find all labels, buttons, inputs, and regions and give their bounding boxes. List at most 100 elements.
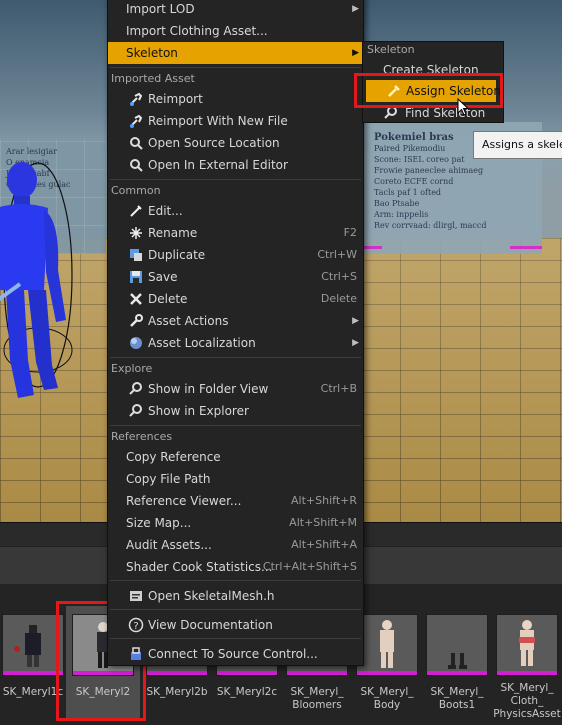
mannequin-head bbox=[7, 162, 37, 198]
menu-item-copy-reference[interactable]: Copy Reference bbox=[108, 446, 363, 468]
menu-item-duplicate[interactable]: Duplicate Ctrl+W bbox=[108, 244, 363, 266]
menu-separator bbox=[110, 638, 361, 639]
svg-text:?: ? bbox=[133, 621, 138, 632]
menu-item-label: Open In External Editor bbox=[148, 158, 288, 172]
wrench-icon bbox=[130, 314, 143, 327]
menu-item-label: Edit... bbox=[148, 204, 183, 218]
menu-item-asset-localization[interactable]: Asset Localization ▶ bbox=[108, 332, 363, 354]
mannequin-arm bbox=[44, 210, 66, 322]
mannequin-figure[interactable] bbox=[0, 150, 110, 410]
menu-item-label: Connect To Source Control... bbox=[148, 647, 318, 661]
section-header-explore: Explore bbox=[111, 362, 153, 375]
help-icon: ? bbox=[128, 617, 144, 633]
submenu-arrow-icon: ▶ bbox=[352, 316, 359, 326]
code-file-icon bbox=[130, 591, 142, 601]
menu-item-show-in-explorer[interactable]: Show in Explorer bbox=[108, 400, 363, 422]
wall-text-line: Arm: inppelis bbox=[374, 210, 429, 219]
menu-item-label: Asset Localization bbox=[148, 336, 256, 350]
delete-icon bbox=[130, 293, 142, 305]
menu-item-import-clothing-asset[interactable]: Import Clothing Asset... bbox=[108, 20, 363, 42]
menu-item-rename[interactable]: Rename F2 bbox=[108, 222, 363, 244]
reimport-icon bbox=[130, 92, 143, 106]
menu-item-connect-to-source-control[interactable]: Connect To Source Control... bbox=[108, 643, 363, 665]
submenu-arrow-icon: ▶ bbox=[352, 4, 359, 14]
asset-context-menu: Import LOD ▶ Import Clothing Asset... Sk… bbox=[107, 0, 364, 666]
save-icon bbox=[130, 271, 142, 283]
menu-item-size-map[interactable]: Size Map... Alt+Shift+M bbox=[108, 512, 363, 534]
menu-separator bbox=[110, 67, 361, 68]
menu-item-shader-cook-statistics[interactable]: Shader Cook Statistics... Ctrl+Alt+Shift… bbox=[108, 556, 363, 578]
reimport-icon bbox=[130, 114, 143, 128]
submenu-arrow-icon: ▶ bbox=[352, 338, 359, 348]
menu-item-reimport-with-new-file[interactable]: Reimport With New File bbox=[108, 110, 363, 132]
magenta-strip bbox=[364, 246, 382, 249]
menu-item-show-in-folder-view[interactable]: Show in Folder View Ctrl+B bbox=[108, 378, 363, 400]
asset-label: SK_Meryl_ Cloth_ PhysicsAsset bbox=[493, 682, 561, 720]
menu-item-reimport[interactable]: Reimport bbox=[108, 88, 363, 110]
menu-item-shortcut: Alt+Shift+M bbox=[289, 516, 357, 529]
section-header-common: Common bbox=[111, 184, 161, 197]
menu-item-open-skeletalmesh-h[interactable]: Open SkeletalMesh.h bbox=[108, 585, 363, 607]
menu-item-label: Import LOD bbox=[126, 2, 195, 16]
mannequin-leg bbox=[6, 290, 34, 398]
menu-item-label: Delete bbox=[148, 292, 188, 306]
menu-item-shortcut: Ctrl+B bbox=[320, 382, 357, 395]
asset-label: SK_Meryl_ Boots1 bbox=[430, 686, 484, 711]
menu-item-label: Reference Viewer... bbox=[126, 494, 242, 508]
menu-item-delete[interactable]: Delete Delete bbox=[108, 288, 363, 310]
menu-item-reference-viewer[interactable]: Reference Viewer... Alt+Shift+R bbox=[108, 490, 363, 512]
menu-item-label: Duplicate bbox=[148, 248, 206, 262]
tooltip: Assigns a skeleton bbox=[473, 131, 562, 159]
menu-item-asset-actions[interactable]: Asset Actions ▶ bbox=[108, 310, 363, 332]
menu-item-label: Size Map... bbox=[126, 516, 192, 530]
menu-separator bbox=[110, 357, 361, 358]
menu-item-label: Copy File Path bbox=[126, 472, 211, 486]
menu-item-label: Audit Assets... bbox=[126, 538, 212, 552]
edit-icon bbox=[130, 205, 142, 217]
section-header-references: References bbox=[111, 430, 173, 443]
menu-item-skeleton[interactable]: Skeleton ▶ bbox=[108, 42, 363, 64]
menu-item-label: Open SkeletalMesh.h bbox=[148, 589, 275, 603]
menu-item-edit[interactable]: Edit... bbox=[108, 200, 363, 222]
menu-item-audit-assets[interactable]: Audit Assets... Alt+Shift+A bbox=[108, 534, 363, 556]
menu-item-shortcut: Ctrl+Alt+Shift+S bbox=[262, 560, 357, 573]
asset-thumbnail[interactable] bbox=[426, 614, 488, 676]
asset-thumbnail[interactable] bbox=[496, 614, 558, 676]
folder-search-icon bbox=[130, 137, 143, 150]
search-icon bbox=[129, 404, 142, 417]
menu-item-label: Save bbox=[148, 270, 178, 284]
menu-item-import-lod[interactable]: Import LOD ▶ bbox=[108, 0, 363, 20]
asset-thumbnail[interactable] bbox=[356, 614, 418, 676]
source-control-icon bbox=[131, 647, 141, 660]
menu-separator bbox=[110, 425, 361, 426]
rename-icon bbox=[130, 227, 142, 239]
menu-item-label: Asset Actions bbox=[148, 314, 229, 328]
menu-item-label: Open Source Location bbox=[148, 136, 280, 150]
asset-label: SK_Meryl2c bbox=[216, 686, 278, 698]
mannequin-torso bbox=[0, 204, 48, 290]
wall-text-line: Frowie paneeclee ahimaeg bbox=[374, 166, 484, 175]
section-header-skeleton: Skeleton bbox=[367, 43, 415, 56]
asset-thumbnail[interactable] bbox=[2, 614, 64, 676]
wall-text-line: Coreto ECFE cornd bbox=[374, 177, 454, 186]
menu-item-shortcut: Alt+Shift+A bbox=[291, 538, 357, 551]
submenu-arrow-icon: ▶ bbox=[352, 48, 359, 58]
menu-item-save[interactable]: Save Ctrl+S bbox=[108, 266, 363, 288]
menu-item-label: Skeleton bbox=[126, 46, 178, 60]
duplicate-icon bbox=[130, 249, 142, 261]
magenta-strip bbox=[510, 246, 542, 249]
menu-item-open-source-location[interactable]: Open Source Location bbox=[108, 132, 363, 154]
menu-item-label: Show in Folder View bbox=[148, 382, 269, 396]
menu-item-label: Copy Reference bbox=[126, 450, 221, 464]
menu-item-label: Reimport With New File bbox=[148, 114, 288, 128]
menu-item-label: Import Clothing Asset... bbox=[126, 24, 268, 38]
section-header-imported-asset: Imported Asset bbox=[111, 72, 195, 85]
asset-label: SK_Meryl2b bbox=[146, 686, 208, 698]
menu-item-shortcut: Delete bbox=[320, 292, 357, 305]
menu-item-copy-file-path[interactable]: Copy File Path bbox=[108, 468, 363, 490]
search-icon bbox=[129, 382, 142, 395]
menu-item-open-in-external-editor[interactable]: Open In External Editor bbox=[108, 154, 363, 176]
menu-separator bbox=[110, 179, 361, 180]
menu-item-view-documentation[interactable]: ? View Documentation bbox=[108, 614, 363, 636]
menu-item-shortcut: Ctrl+S bbox=[321, 270, 357, 283]
